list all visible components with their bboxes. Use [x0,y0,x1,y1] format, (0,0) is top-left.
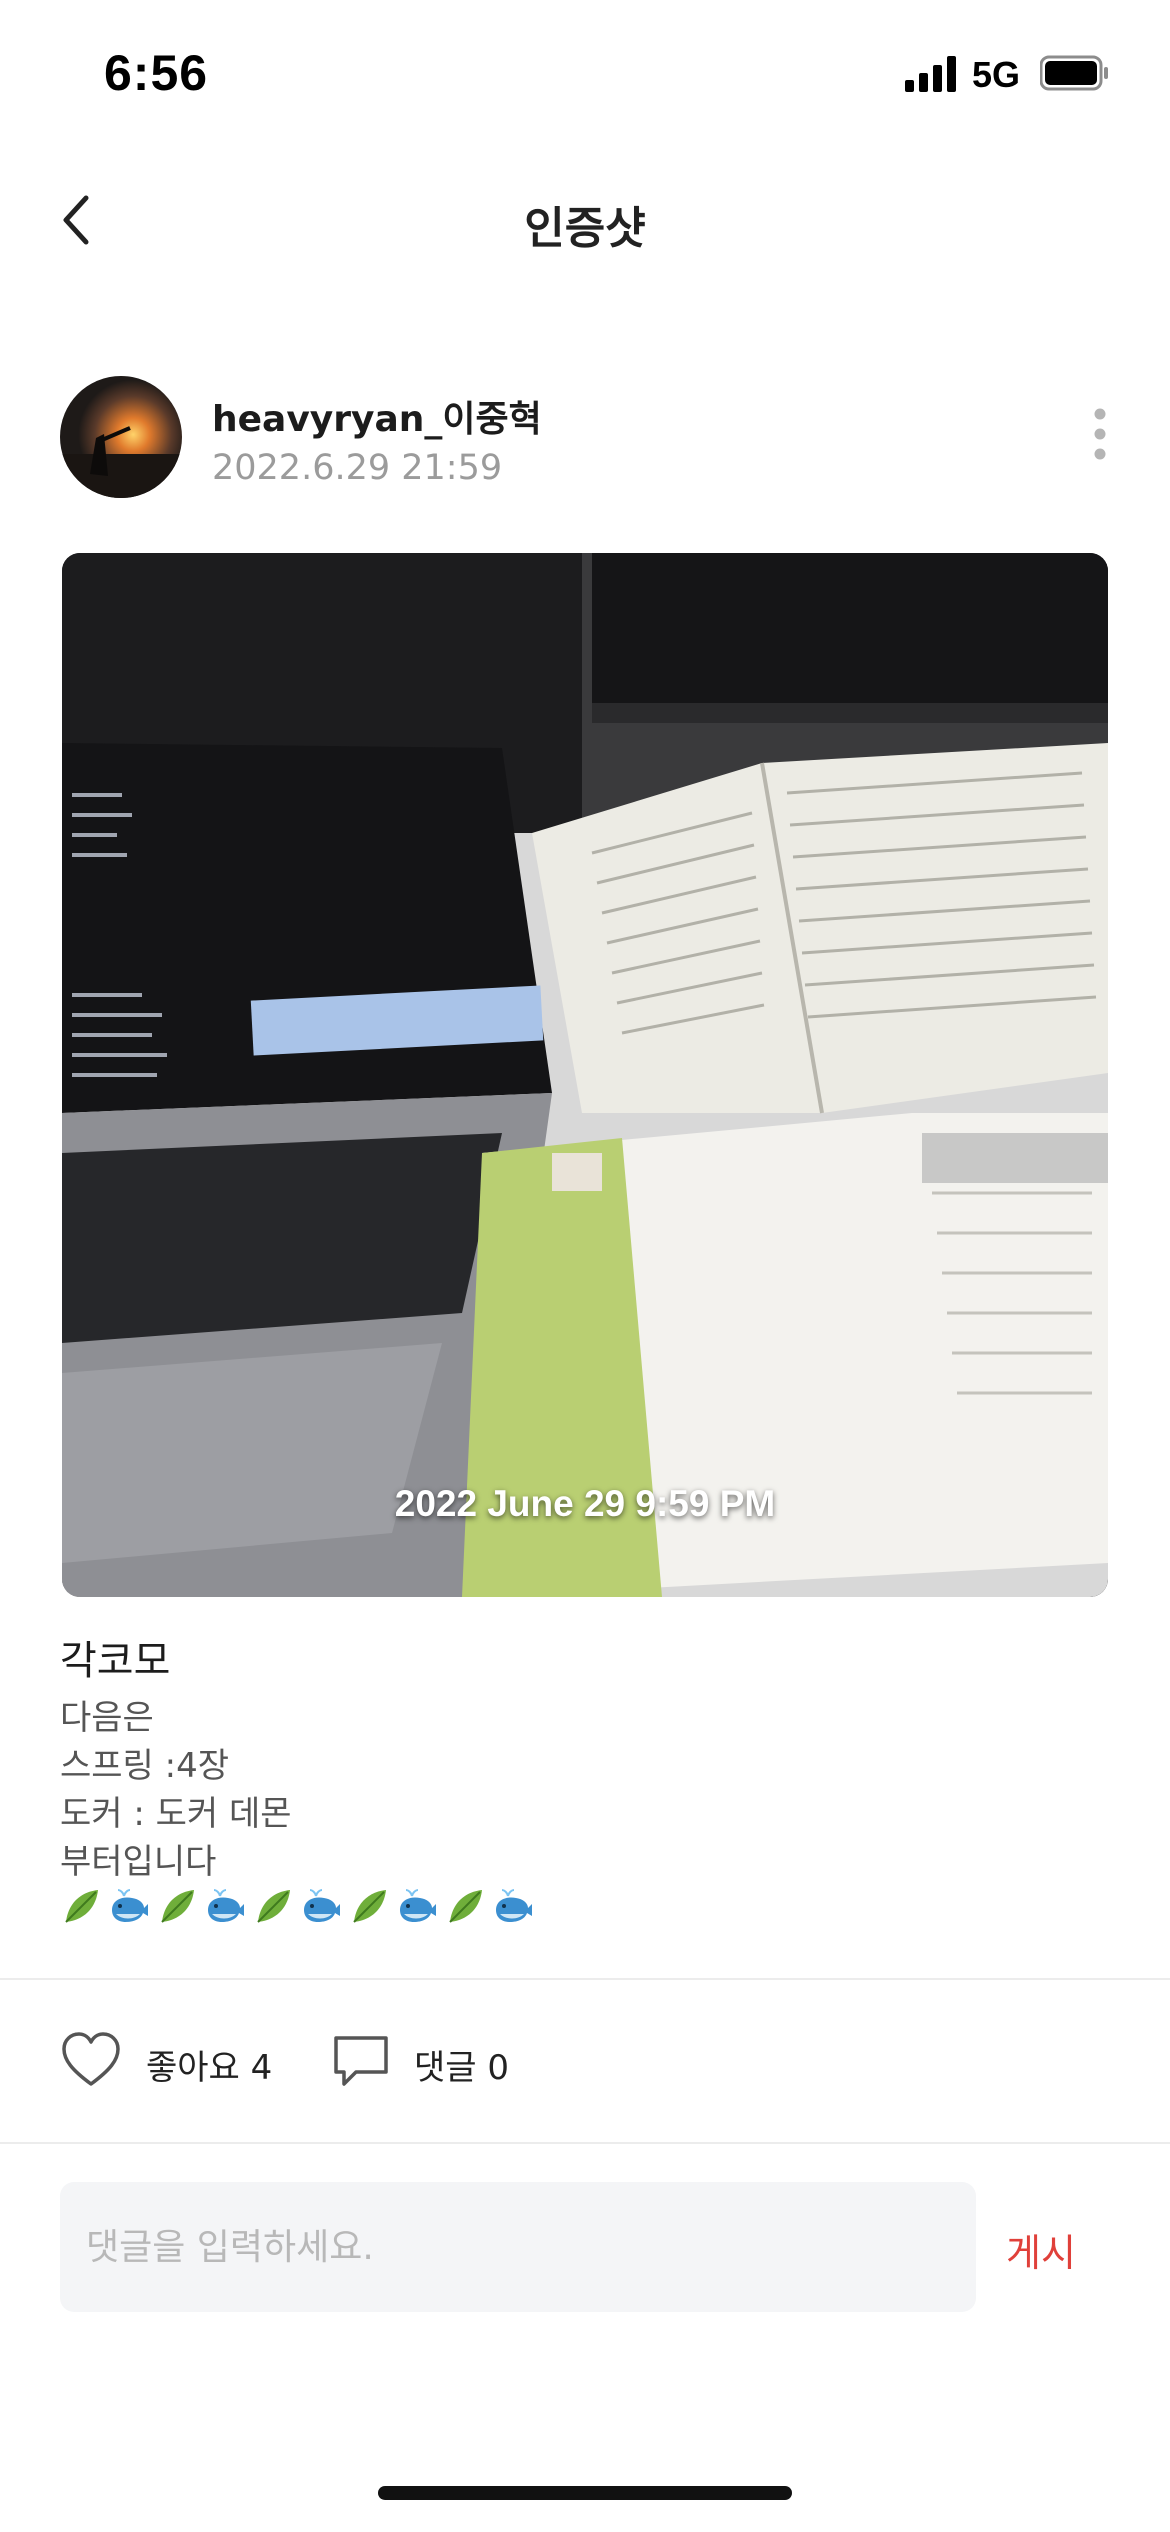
post-comment-button[interactable]: 게시 [1006,2222,1076,2277]
post-detail-screen: 6:56 5G 인증샷 heavyryan_이중혁 2022.6.29 21:5… [0,0,1170,2532]
comment-count[interactable]: 댓글 0 [414,2040,509,2089]
leaf-icon [65,1890,98,1923]
whale-icon [208,1889,244,1922]
leaf-icon [449,1890,482,1923]
post-body-line: 도커 : 도커 데몬 [60,1794,292,1834]
post-title: 각코모 [60,1638,171,1684]
post-body-line: 다음은 [60,1698,154,1738]
whale-icon [304,1889,340,1922]
signal-icon [905,56,957,92]
divider [0,1978,1170,1980]
leaf-icon [353,1890,386,1923]
post-body-line: 부터입니다 [60,1842,217,1882]
photo-illustration [62,553,1108,1597]
divider [0,2142,1170,2144]
whale-icon [496,1889,532,1922]
post-body-line: 스프링 :4장 [60,1746,230,1786]
comment-input[interactable] [60,2182,976,2312]
post-date: 2022.6.29 21:59 [212,448,503,488]
like-count[interactable]: 좋아요 4 [146,2040,272,2089]
post-username[interactable]: heavyryan_이중혁 [212,390,542,442]
leaf-icon [257,1890,290,1923]
photo-timestamp: 2022 June 29 9:59 PM [394,1483,776,1524]
comment-bubble-icon[interactable] [330,2032,392,2092]
status-time: 6:56 [104,45,209,101]
heart-icon[interactable] [60,2030,122,2090]
battery-icon [1040,55,1108,91]
home-indicator[interactable] [378,2486,792,2500]
whale-icon [400,1889,436,1922]
avatar[interactable] [60,376,182,498]
post-body: 다음은 스프링 :4장 도커 : 도커 데몬 부터입니다 [60,1694,292,1886]
whale-icon [112,1889,148,1922]
page-title: 인증샷 [524,203,646,254]
network-type: 5G [972,54,1021,95]
more-vertical-icon[interactable] [1082,404,1118,464]
navigation-header: 인증샷 [0,160,1170,280]
emoji-row [60,1886,534,1930]
leaf-icon [161,1890,194,1923]
status-bar: 6:56 5G [0,0,1170,150]
post-photo[interactable]: 2022 June 29 9:59 PM [62,553,1108,1597]
